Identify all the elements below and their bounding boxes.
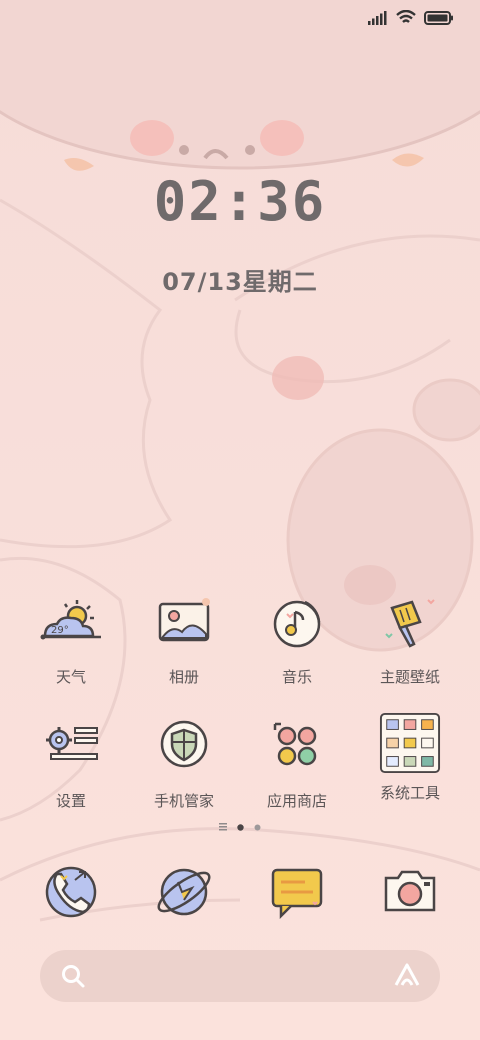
system-tools-folder-icon [379,712,441,774]
wifi-icon [396,10,416,23]
page-dot [254,824,261,830]
app-label: 设置 [55,792,86,810]
page-menu-icon [219,823,227,831]
security-shield-icon [160,720,208,768]
app-weather[interactable]: 29° 天气 [16,594,126,687]
app-label: 相册 [168,668,199,686]
app-label: 手机管家 [153,792,214,810]
app-settings[interactable]: 设置 [16,718,126,811]
music-icon [273,600,321,648]
app-theme[interactable]: 主题壁纸 [355,594,465,687]
camera-icon[interactable] [378,860,442,924]
page-dot-active [237,823,244,831]
signal-icon [368,10,387,25]
app-security[interactable]: 手机管家 [129,718,239,811]
app-label: 天气 [55,668,86,686]
weather-icon: 29° [40,600,101,640]
weather-temperature: 29° [51,625,69,636]
app-system-tools-folder[interactable]: 系统工具 [355,712,465,803]
app-gallery[interactable]: 相册 [129,594,239,687]
settings-icon [46,727,98,760]
phone-icon[interactable] [39,860,103,924]
app-store-icon [273,722,317,766]
app-label: 系统工具 [379,784,440,802]
search-bar[interactable] [40,950,440,1002]
status-bar [368,10,454,25]
assistant-icon[interactable] [392,961,422,991]
app-label: 主题壁纸 [379,668,440,686]
app-label: 应用商店 [266,792,327,810]
browser-icon[interactable] [152,860,216,924]
battery-icon [424,10,453,25]
clock-date: 07/13星期二 [162,268,318,296]
search-icon[interactable] [60,963,86,989]
app-label: 音乐 [281,668,312,686]
theme-brush-icon [385,599,435,648]
messages-icon[interactable] [265,860,329,924]
app-store[interactable]: 应用商店 [242,718,352,811]
clock-time[interactable]: 02:36 [0,170,480,233]
page-indicator[interactable] [0,823,480,831]
app-music[interactable]: 音乐 [242,594,352,687]
gallery-icon [158,598,210,642]
